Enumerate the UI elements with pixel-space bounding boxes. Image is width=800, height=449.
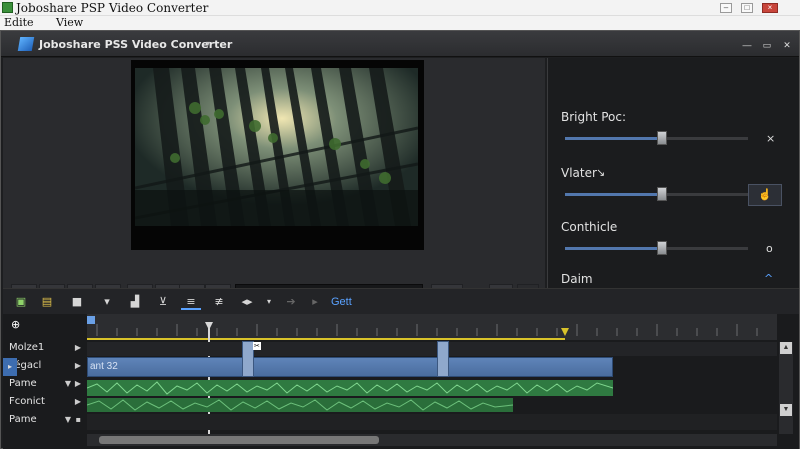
os-window-title: Joboshare PSP Video Converter — [16, 1, 209, 15]
video-frame — [135, 68, 418, 226]
track-label-2: Légacl ▶ — [9, 358, 85, 374]
chevron-down-icon: ▼ — [64, 415, 71, 424]
app-title: Joboshare PSS Video Converter — [39, 38, 233, 51]
add-file-icon[interactable]: ▣ — [11, 294, 31, 310]
video-clip[interactable]: ant 32 — [87, 357, 613, 377]
scroll-up-button[interactable]: ▲ — [780, 342, 792, 354]
brightness-slider-thumb[interactable] — [657, 131, 667, 145]
play-forward-icon[interactable]: ▸ — [305, 294, 325, 310]
audio-icon[interactable]: ◂▸ — [237, 294, 257, 310]
contrast-label: Conthicle — [561, 220, 618, 234]
video-preview[interactable] — [131, 60, 424, 250]
cut-icon[interactable]: ■ — [67, 294, 87, 310]
timeline-zoom-icon[interactable]: ⊕ — [11, 318, 20, 331]
edit-toolbar: ▣ ▤ ■ ▾ ▟ ⊻ ≡ ≢ ◂▸ ▾ ➔ ▸ Gett — [3, 288, 799, 314]
timeline: ⊕ Molze1 ▶ Légacl ▶ ▸ Pame ▼ ▶ Fconict ▶… — [3, 314, 799, 449]
track-select-marker[interactable]: ▸ — [3, 358, 17, 376]
merge-icon[interactable]: ⊻ — [153, 294, 173, 310]
play-icon: ▶ — [74, 397, 81, 406]
track-label-3: Pame ▼ ▶ — [9, 376, 85, 392]
edit-icon: ↘ — [596, 166, 606, 179]
audio-waveform-2[interactable] — [86, 398, 514, 412]
contrast-slider[interactable] — [565, 241, 748, 255]
app-close-button[interactable]: ✕ — [781, 40, 793, 50]
track-label-4: Fconict ▶ — [9, 394, 85, 410]
lock-icon: ▪ — [75, 415, 81, 424]
close-icon[interactable]: × — [766, 132, 775, 145]
menubar: Edite View — [0, 16, 800, 30]
chevron-down-icon: ▼ — [64, 379, 71, 388]
scroll-down-button[interactable]: ▼ — [780, 404, 792, 416]
app-menu-caret-icon[interactable]: ▾ — [206, 39, 210, 48]
app-window: Joboshare PSS Video Converter ▾ — ▭ ✕ Br… — [0, 30, 800, 449]
clip-label: ant 32 — [90, 361, 118, 372]
close-button[interactable]: × — [762, 3, 778, 13]
preview-area: ← ⇤ ◂▸ → ⊣ + ◂◂ ▸▸ ▶◂ (0 ⇥ ⋈ > — [3, 58, 545, 304]
play-icon: ▶ — [74, 379, 81, 388]
play-icon: ▶ — [74, 361, 81, 370]
contrast-slider-thumb[interactable] — [657, 241, 667, 255]
track-row-5[interactable] — [87, 414, 777, 430]
menu-view[interactable]: View — [56, 16, 83, 29]
app-logo-icon — [17, 37, 35, 51]
hand-tool-button[interactable]: ☝ — [748, 184, 782, 206]
split-icon[interactable]: ▾ — [97, 294, 117, 310]
app-minimize-button[interactable]: — — [741, 40, 753, 50]
water-slider-thumb[interactable] — [657, 187, 667, 201]
os-titlebar: Joboshare PSP Video Converter – □ × — [0, 0, 800, 16]
maximize-button[interactable]: □ — [741, 3, 753, 13]
horizontal-scrollbar[interactable] — [87, 434, 777, 446]
waveform-lines — [86, 381, 614, 395]
menu-edit[interactable]: Edite — [4, 16, 34, 29]
app-titlebar: Joboshare PSS Video Converter ▾ — ▭ ✕ — [1, 31, 799, 57]
time-ruler[interactable] — [87, 314, 777, 340]
audio-waveform-1[interactable] — [86, 380, 614, 396]
clip-split-handle[interactable] — [437, 341, 449, 377]
minimize-button[interactable]: – — [720, 3, 732, 13]
dot-icon: o — [766, 242, 773, 255]
ruler-ticks — [87, 316, 758, 340]
cut-marker-icon: ✂ — [253, 342, 261, 350]
arrow-right-icon[interactable]: ➔ — [281, 294, 301, 310]
dim-label: Daim — [561, 272, 593, 286]
open-folder-icon[interactable]: ▤ — [37, 294, 57, 310]
effects-icon[interactable]: ≡ — [181, 294, 201, 310]
horizontal-scroll-thumb[interactable] — [99, 436, 379, 444]
play-icon: ▶ — [74, 343, 81, 352]
chevron-down-icon[interactable]: ▾ — [259, 294, 279, 310]
chevron-up-icon[interactable]: ^ — [764, 272, 773, 285]
track-label-5: Pame ▼ ▪ — [9, 412, 85, 428]
track-label-1: Molze1 ▶ — [9, 340, 85, 356]
toolbar-label[interactable]: Gett — [331, 296, 352, 308]
hand-icon: ☝ — [758, 189, 772, 201]
crop-icon[interactable]: ▟ — [125, 294, 145, 310]
water-label: Vlater — [561, 166, 597, 180]
app-icon — [2, 2, 13, 13]
brightness-label: Bright Poc: — [561, 110, 627, 124]
vertical-scrollbar[interactable]: ▲ ▼ — [779, 342, 793, 434]
adjustment-panel: Bright Poc: × Vlater ↘ ☝ Conthicle o Dai… — [547, 58, 799, 288]
brightness-slider[interactable] — [565, 131, 748, 145]
app-restore-button[interactable]: ▭ — [761, 40, 773, 50]
transitions-icon[interactable]: ≢ — [209, 294, 229, 310]
waveform-lines — [86, 399, 514, 411]
video-frame-image — [135, 68, 418, 226]
track-row-1[interactable] — [87, 342, 777, 356]
water-slider[interactable] — [565, 187, 748, 201]
